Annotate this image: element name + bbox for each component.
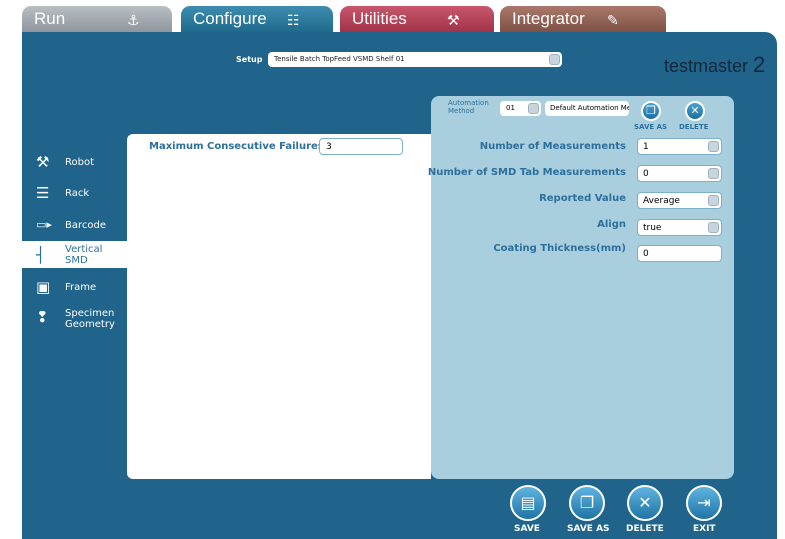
brand-text: testmaster <box>664 56 749 76</box>
sidebar-item-rack[interactable]: ☰ Rack <box>22 184 127 204</box>
vertical-smd-icon: ┤ <box>36 246 46 264</box>
tools-icon: ⚒ <box>447 13 460 29</box>
sidebar-item-label: Vertical SMD <box>65 244 103 266</box>
field-value: Average <box>643 196 680 206</box>
num-smd-tab-select[interactable]: 0 <box>637 165 722 182</box>
save-label: SAVE <box>514 524 540 534</box>
setup-label: Setup <box>236 55 263 64</box>
sidebar-item-specimen-geometry[interactable]: ❢ Specimen Geometry <box>22 306 127 334</box>
max-failures-label: Maximum Consecutive Failures <box>149 141 324 152</box>
sidebar-item-vertical-smd[interactable]: ┤ Vertical SMD <box>22 241 127 268</box>
tab-integrator-label: Integrator <box>512 9 585 28</box>
align-dropdown[interactable] <box>708 222 719 233</box>
sidebar-item-label: Rack <box>65 188 90 199</box>
tab-utilities-label: Utilities <box>352 9 407 28</box>
field-label: Align <box>597 219 626 230</box>
save-button[interactable]: ▤ <box>510 485 546 521</box>
robot-arm-icon: ⚓ <box>127 13 140 29</box>
brand-logo: testmaster 2 <box>664 52 765 78</box>
barcode-icon: ▭▸ <box>36 218 52 231</box>
delete-automation-label: DELETE <box>679 123 709 131</box>
field-value: true <box>643 223 662 233</box>
rack-icon: ☰ <box>36 184 50 202</box>
tab-configure-label: Configure <box>193 9 267 28</box>
setup-dropdown-button[interactable] <box>549 54 560 65</box>
close-icon: ✕ <box>638 493 652 512</box>
align-select[interactable]: true <box>637 219 722 236</box>
close-icon: ✕ <box>690 104 700 117</box>
field-label: Number of SMD Tab Measurements <box>427 167 626 178</box>
frame-icon: ▣ <box>36 278 51 296</box>
num-measurements-select[interactable]: 1 <box>637 138 722 155</box>
hierarchy-icon: ☷ <box>287 13 300 29</box>
sidebar-item-label: Frame <box>65 282 97 293</box>
setup-select[interactable]: Tensile Batch TopFeed VSMD Shelf 01 <box>268 52 562 67</box>
specimen-icon: ❢ <box>36 308 49 326</box>
automation-label-line2: Method <box>448 107 475 115</box>
exit-label: EXIT <box>693 524 716 534</box>
sidebar-item-robot[interactable]: ⚒ Robot <box>22 153 127 173</box>
automation-number-value: 01 <box>506 104 515 112</box>
tab-utilities[interactable]: Utilities ⚒ <box>340 6 494 32</box>
sidebar-item-label: Barcode <box>65 220 106 231</box>
robot-icon: ⚒ <box>36 153 50 171</box>
field-label: Reported Value <box>539 193 626 204</box>
save-icon: ▤ <box>520 493 536 512</box>
automation-label-line1: Automation <box>448 99 489 107</box>
exit-button[interactable]: ⇥ <box>686 485 722 521</box>
delete-button[interactable]: ✕ <box>627 485 663 521</box>
automation-method-field[interactable]: Default Automation Method <box>545 101 629 116</box>
tab-configure[interactable]: Configure ☷ <box>181 6 333 32</box>
exit-door-icon: ⇥ <box>697 493 711 512</box>
reported-value-select[interactable]: Average <box>637 192 722 209</box>
delete-automation-button[interactable]: ✕ <box>685 101 705 121</box>
field-value: 1 <box>643 142 649 152</box>
setup-value: Tensile Batch TopFeed VSMD Shelf 01 <box>274 55 405 63</box>
field-value: 0 <box>643 169 649 179</box>
tab-run[interactable]: Run ⚓ <box>22 6 172 32</box>
field-label: Coating Thickness(mm) <box>493 243 626 254</box>
num-smd-tab-dropdown[interactable] <box>708 168 719 179</box>
delete-label: DELETE <box>626 524 664 534</box>
sidebar-item-frame[interactable]: ▣ Frame <box>22 278 127 298</box>
automation-number-dropdown[interactable] <box>528 103 539 114</box>
automation-number-select[interactable]: 01 <box>500 101 541 116</box>
sidebar-item-label: Specimen Geometry <box>65 308 115 330</box>
reported-value-dropdown[interactable] <box>708 195 719 206</box>
copy-icon: ❐ <box>579 493 595 512</box>
content-area <box>127 134 431 479</box>
pencil-icon: ✎ <box>607 13 619 29</box>
coating-thickness-input[interactable]: 0 <box>637 245 722 262</box>
tab-integrator[interactable]: Integrator ✎ <box>500 6 666 32</box>
save-as-automation-label: SAVE AS <box>634 123 668 131</box>
save-as-button[interactable]: ❐ <box>569 485 605 521</box>
max-failures-input[interactable]: 3 <box>319 138 403 155</box>
field-label: Number of Measurements <box>479 141 626 152</box>
save-as-automation-button[interactable]: ❐ <box>641 101 661 121</box>
tab-run-label: Run <box>34 9 66 28</box>
sidebar-item-barcode[interactable]: ▭▸ Barcode <box>22 216 127 236</box>
num-measurements-dropdown[interactable] <box>708 141 719 152</box>
copy-icon: ❐ <box>646 104 656 117</box>
sidebar-item-label: Robot <box>65 157 95 168</box>
brand-number: 2 <box>753 52 766 77</box>
automation-method-label: Automation Method <box>448 99 489 115</box>
save-as-label: SAVE AS <box>567 524 610 534</box>
